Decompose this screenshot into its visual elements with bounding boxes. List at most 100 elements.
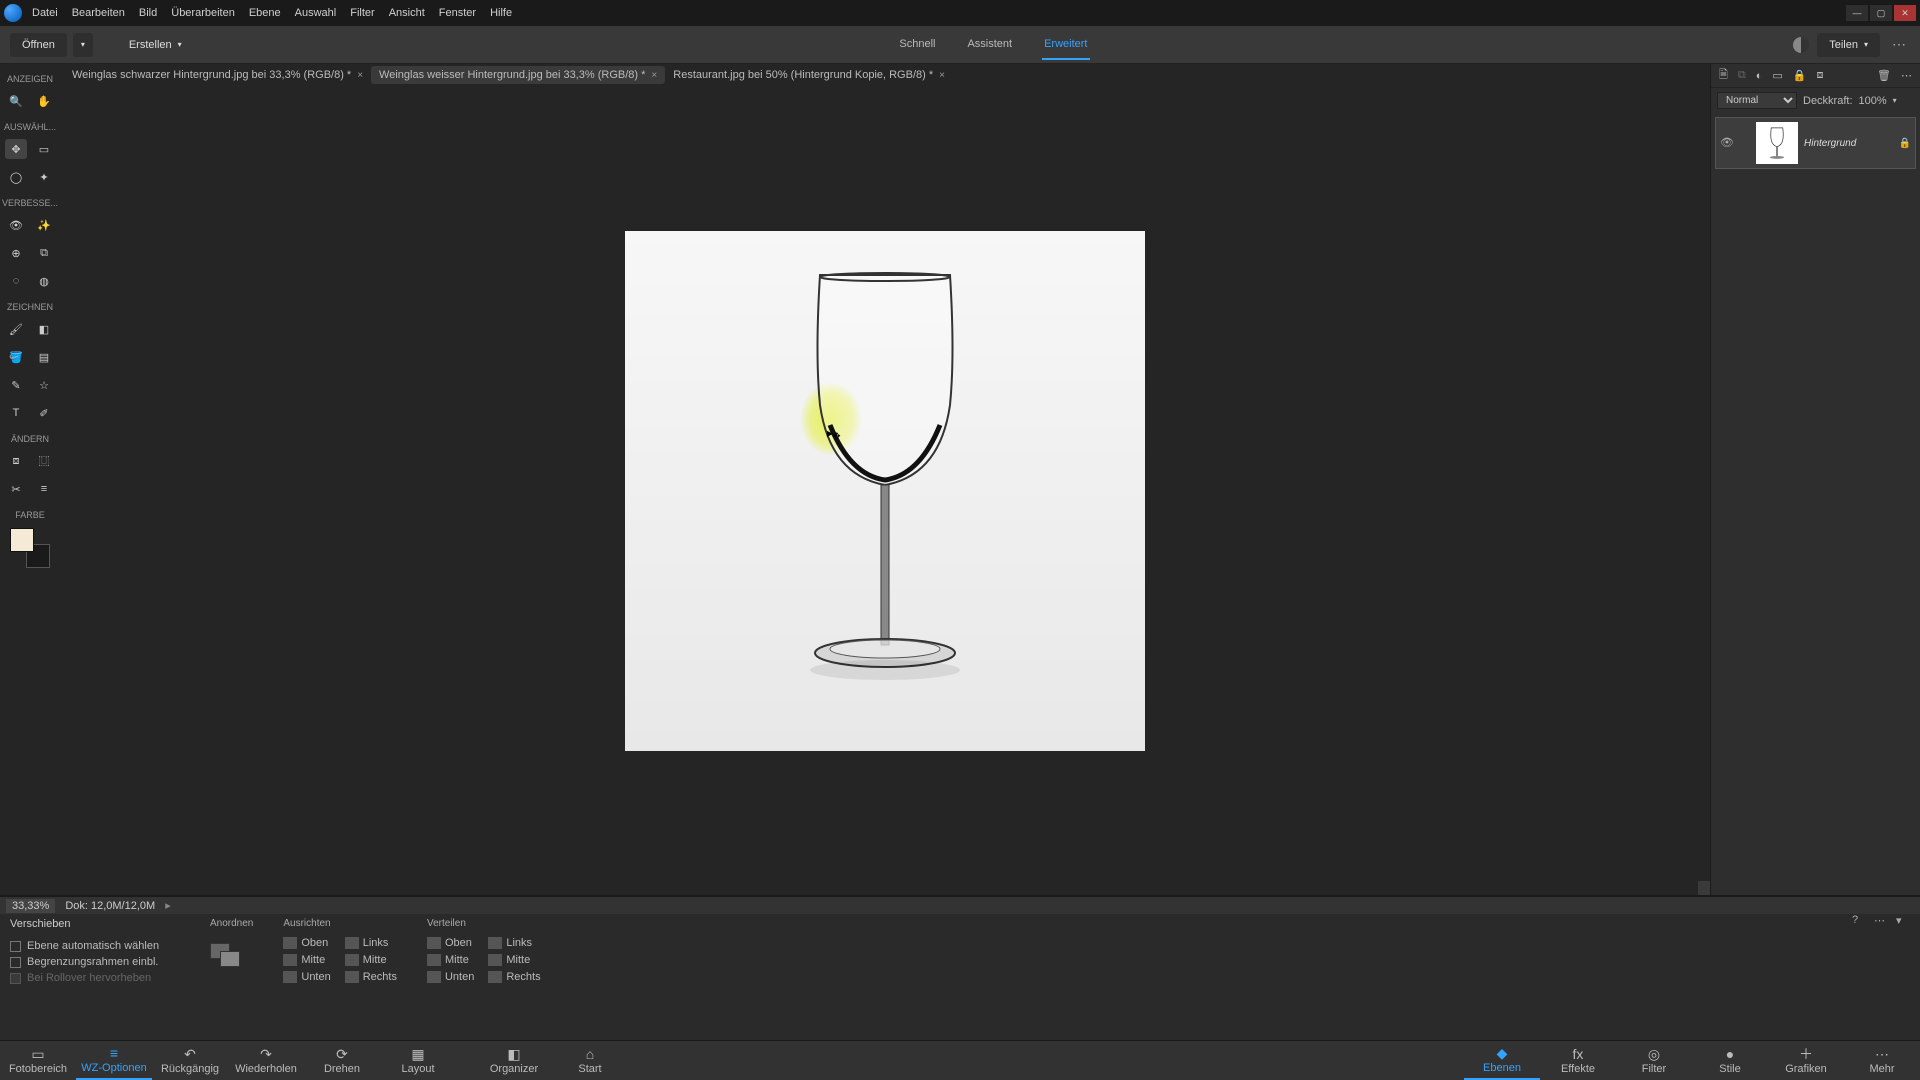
help-icon[interactable]: ? bbox=[1852, 914, 1866, 928]
taskbar-start[interactable]: ⌂Start bbox=[552, 1041, 628, 1080]
panel-menu-icon[interactable]: ⋯ bbox=[1901, 69, 1912, 82]
zoom-tool-icon[interactable]: 🔍 bbox=[5, 91, 27, 111]
picker-tool-icon[interactable]: ✎ bbox=[5, 375, 27, 395]
heal-tool-icon[interactable]: ⊕ bbox=[5, 243, 27, 263]
sponge-tool-icon[interactable]: ◍ bbox=[33, 271, 55, 291]
menu-bild[interactable]: Bild bbox=[139, 7, 157, 19]
chevron-right-icon[interactable]: ▸ bbox=[165, 899, 171, 912]
eraser-tool-icon[interactable]: ◧ bbox=[33, 319, 55, 339]
arrange-icon[interactable] bbox=[210, 943, 244, 973]
shape-tool-icon[interactable]: ☆ bbox=[33, 375, 55, 395]
close-tab-icon[interactable]: × bbox=[939, 70, 945, 81]
link-layers-icon[interactable]: ⧈ bbox=[1816, 69, 1823, 82]
align-bottom[interactable]: Unten bbox=[283, 971, 330, 983]
lasso-tool-icon[interactable]: ◯ bbox=[5, 167, 27, 187]
foreground-color-swatch[interactable] bbox=[10, 528, 34, 552]
dist-left[interactable]: Links bbox=[488, 937, 540, 949]
canvas-area[interactable]: ▸✥ bbox=[60, 86, 1710, 895]
marquee-tool-icon[interactable]: ▭ bbox=[33, 139, 55, 159]
taskbar-ebenen[interactable]: ◆Ebenen bbox=[1464, 1041, 1540, 1080]
dist-top[interactable]: Oben bbox=[427, 937, 474, 949]
pencil-tool-icon[interactable]: ✐ bbox=[33, 403, 55, 423]
taskbar-redo[interactable]: ↷Wiederholen bbox=[228, 1041, 304, 1080]
align-top[interactable]: Oben bbox=[283, 937, 330, 949]
dist-middle[interactable]: Mitte bbox=[427, 954, 474, 966]
taskbar-fotobereich[interactable]: ▭Fotobereich bbox=[0, 1041, 76, 1080]
zoom-level[interactable]: 33,33% bbox=[6, 899, 55, 913]
open-dropdown[interactable]: ▾ bbox=[73, 33, 93, 57]
color-swatches[interactable] bbox=[10, 528, 50, 568]
minimize-button[interactable]: — bbox=[1846, 5, 1868, 21]
visibility-toggle-icon[interactable]: 👁 bbox=[1720, 136, 1734, 150]
menu-ebene[interactable]: Ebene bbox=[249, 7, 281, 19]
auto-select-checkbox[interactable]: Ebene automatisch wählen bbox=[10, 940, 180, 952]
document-tab[interactable]: Restaurant.jpg bei 50% (Hintergrund Kopi… bbox=[665, 66, 953, 84]
menu-auswahl[interactable]: Auswahl bbox=[295, 7, 337, 19]
taskbar-layout[interactable]: ▦Layout bbox=[380, 1041, 456, 1080]
redeye-tool-icon[interactable]: 👁 bbox=[5, 215, 27, 235]
hand-tool-icon[interactable]: ✋ bbox=[33, 91, 55, 111]
recompose-tool-icon[interactable]: ⿶ bbox=[33, 451, 55, 471]
taskbar-stile[interactable]: ●Stile bbox=[1692, 1041, 1768, 1080]
menu-hilfe[interactable]: Hilfe bbox=[490, 7, 512, 19]
dist-center[interactable]: Mitte bbox=[488, 954, 540, 966]
taskbar-undo[interactable]: ↶Rückgängig bbox=[152, 1041, 228, 1080]
overflow-icon[interactable]: ⋯ bbox=[1888, 36, 1910, 53]
taskbar-rotate[interactable]: ⟳Drehen bbox=[304, 1041, 380, 1080]
gradient-tool-icon[interactable]: ▤ bbox=[33, 347, 55, 367]
taskbar-wzoptionen[interactable]: ≡WZ-Optionen bbox=[76, 1041, 152, 1080]
close-tab-icon[interactable]: × bbox=[651, 70, 657, 81]
mode-expert[interactable]: Erweitert bbox=[1042, 30, 1089, 60]
close-button[interactable]: ✕ bbox=[1894, 5, 1916, 21]
align-right[interactable]: Rechts bbox=[345, 971, 397, 983]
align-center[interactable]: Mitte bbox=[345, 954, 397, 966]
lock-layer-icon[interactable]: 🔒 bbox=[1793, 69, 1807, 82]
adjust-layer-icon[interactable]: ◐ bbox=[1756, 70, 1763, 82]
layer-thumbnail[interactable] bbox=[1756, 122, 1798, 164]
document-tab[interactable]: Weinglas weisser Hintergrund.jpg bei 33,… bbox=[371, 66, 665, 84]
opacity-value[interactable]: 100% bbox=[1859, 95, 1887, 107]
share-dropdown[interactable]: Teilen▾ bbox=[1817, 33, 1880, 57]
maximize-button[interactable]: ▢ bbox=[1870, 5, 1892, 21]
close-tab-icon[interactable]: × bbox=[357, 70, 363, 81]
delete-layer-icon[interactable]: 🗑 bbox=[1877, 69, 1891, 82]
layer-name[interactable]: Hintergrund bbox=[1804, 138, 1893, 149]
taskbar-organizer[interactable]: ◧Organizer bbox=[476, 1041, 552, 1080]
align-left[interactable]: Links bbox=[345, 937, 397, 949]
options-menu-icon[interactable]: ⋯ bbox=[1874, 914, 1888, 928]
dist-bottom[interactable]: Unten bbox=[427, 971, 474, 983]
new-group-icon[interactable]: ⧉ bbox=[1738, 69, 1746, 82]
new-layer-icon[interactable]: 🗎 bbox=[1719, 66, 1728, 85]
align-middle[interactable]: Mitte bbox=[283, 954, 330, 966]
move-tool-icon[interactable]: ✥ bbox=[5, 139, 27, 159]
canvas[interactable]: ▸✥ bbox=[625, 231, 1145, 751]
crop-tool-icon[interactable]: ⧈ bbox=[5, 451, 27, 471]
mode-quick[interactable]: Schnell bbox=[897, 30, 937, 60]
move-content-tool-icon[interactable]: ✂ bbox=[5, 479, 27, 499]
menu-datei[interactable]: Datei bbox=[32, 7, 58, 19]
straighten-tool-icon[interactable]: ≡ bbox=[33, 479, 55, 499]
open-button[interactable]: Öffnen bbox=[10, 33, 67, 57]
wand-tool-icon[interactable]: ✦ bbox=[33, 167, 55, 187]
theme-toggle-icon[interactable] bbox=[1793, 37, 1809, 53]
taskbar-effekte[interactable]: fxEffekte bbox=[1540, 1041, 1616, 1080]
whiten-tool-icon[interactable]: ✨ bbox=[33, 215, 55, 235]
dist-right[interactable]: Rechts bbox=[488, 971, 540, 983]
type-tool-icon[interactable]: T bbox=[5, 403, 27, 423]
clone-tool-icon[interactable]: ⧉ bbox=[33, 243, 55, 263]
collapse-icon[interactable]: ▾ bbox=[1896, 914, 1910, 928]
document-tab[interactable]: Weinglas schwarzer Hintergrund.jpg bei 3… bbox=[64, 66, 371, 84]
brush-tool-icon[interactable]: 🖌 bbox=[5, 319, 27, 339]
menu-fenster[interactable]: Fenster bbox=[439, 7, 476, 19]
mask-icon[interactable]: ▭ bbox=[1772, 69, 1782, 82]
menu-bearbeiten[interactable]: Bearbeiten bbox=[72, 7, 125, 19]
blur-tool-icon[interactable]: ◌ bbox=[5, 271, 27, 291]
taskbar-mehr[interactable]: ⋯Mehr bbox=[1844, 1041, 1920, 1080]
mode-guided[interactable]: Assistent bbox=[965, 30, 1014, 60]
menu-ansicht[interactable]: Ansicht bbox=[389, 7, 425, 19]
menu-filter[interactable]: Filter bbox=[350, 7, 374, 19]
taskbar-filter[interactable]: ◎Filter bbox=[1616, 1041, 1692, 1080]
scroll-corner[interactable] bbox=[1698, 881, 1710, 895]
menu-ueberarbeiten[interactable]: Überarbeiten bbox=[171, 7, 235, 19]
bounding-box-checkbox[interactable]: Begrenzungsrahmen einbl. bbox=[10, 956, 180, 968]
